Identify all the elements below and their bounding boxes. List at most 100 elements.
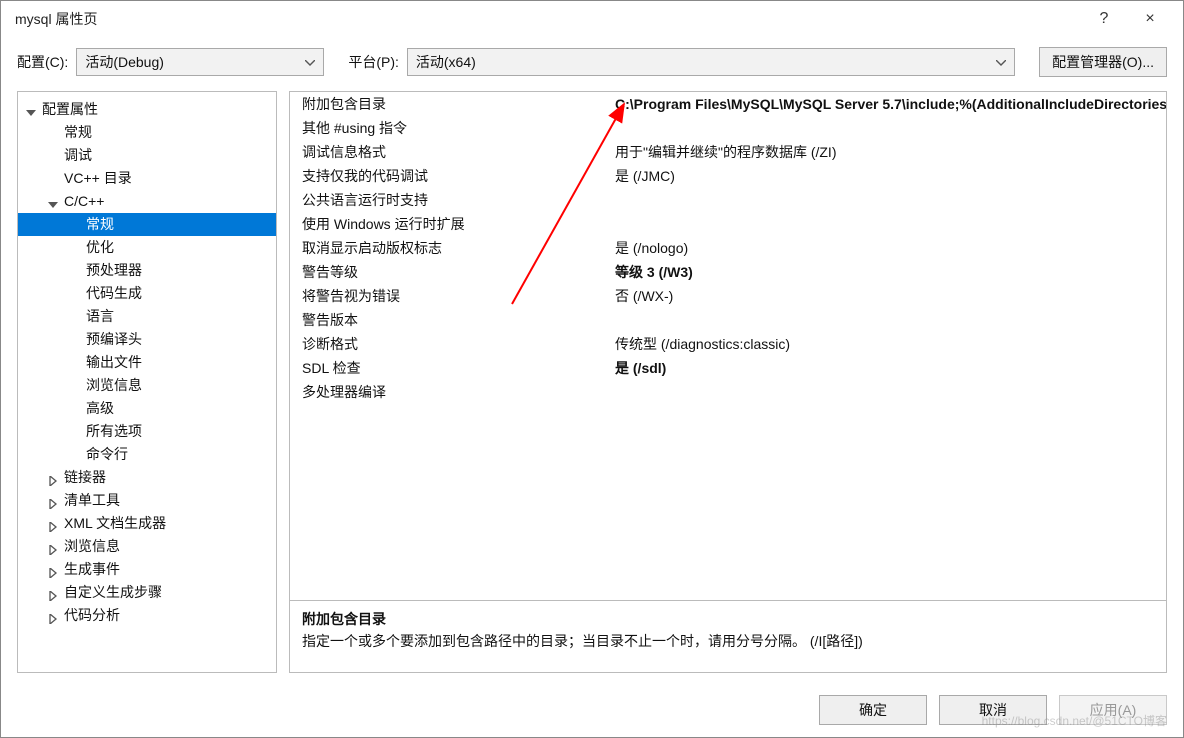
property-name: 调试信息格式 (290, 140, 615, 164)
property-value[interactable] (615, 212, 1166, 236)
tree-item[interactable]: 代码分析 (18, 604, 276, 627)
title-bar: mysql 属性页 ? × (1, 1, 1183, 37)
tree-item-label: 命令行 (86, 446, 128, 462)
tree-item[interactable]: VC++ 目录 (18, 167, 276, 190)
property-value[interactable] (615, 188, 1166, 212)
tree-item[interactable]: 语言 (18, 305, 276, 328)
property-name: 警告等级 (290, 260, 615, 284)
tree-item[interactable]: 清单工具 (18, 489, 276, 512)
close-button[interactable]: × (1127, 1, 1173, 37)
tree-spacer (70, 240, 84, 254)
property-row[interactable]: 警告等级等级 3 (/W3) (290, 260, 1166, 284)
property-value[interactable] (615, 380, 1166, 404)
property-value[interactable] (615, 308, 1166, 332)
tree-spacer (70, 263, 84, 277)
chevron-right-icon[interactable] (48, 562, 62, 576)
button-row: 确定 取消 应用(A) (1, 685, 1183, 737)
property-value[interactable] (615, 116, 1166, 140)
chevron-down-icon (996, 54, 1006, 70)
property-name: 支持仅我的代码调试 (290, 164, 615, 188)
chevron-right-icon[interactable] (48, 516, 62, 530)
property-row[interactable]: 多处理器编译 (290, 380, 1166, 404)
config-manager-button[interactable]: 配置管理器(O)... (1039, 47, 1167, 77)
tree-item[interactable]: 所有选项 (18, 420, 276, 443)
tree-item-label: VC++ 目录 (64, 170, 132, 186)
tree-item-label: 预处理器 (86, 262, 142, 278)
property-value[interactable]: 传统型 (/diagnostics:classic) (615, 332, 1166, 356)
tree-item[interactable]: 生成事件 (18, 558, 276, 581)
tree-spacer (70, 378, 84, 392)
tree-item[interactable]: 常规 (18, 121, 276, 144)
tree-spacer (48, 125, 62, 139)
tree-spacer (70, 309, 84, 323)
platform-select-value: 活动(x64) (416, 52, 476, 72)
tree-item[interactable]: 优化 (18, 236, 276, 259)
property-row[interactable]: 将警告视为错误否 (/WX-) (290, 284, 1166, 308)
chevron-down-icon[interactable] (48, 194, 62, 208)
dialog-window: mysql 属性页 ? × 配置(C): 活动(Debug) 平台(P): 活动… (0, 0, 1184, 738)
property-row[interactable]: 支持仅我的代码调试是 (/JMC) (290, 164, 1166, 188)
property-name: 使用 Windows 运行时扩展 (290, 212, 615, 236)
property-grid[interactable]: 附加包含目录C:\Program Files\MySQL\MySQL Serve… (289, 91, 1167, 601)
tree-item-label: 高级 (86, 400, 114, 416)
config-row: 配置(C): 活动(Debug) 平台(P): 活动(x64) 配置管理器(O)… (1, 37, 1183, 91)
property-row[interactable]: 使用 Windows 运行时扩展 (290, 212, 1166, 236)
chevron-right-icon[interactable] (48, 585, 62, 599)
tree-item[interactable]: 预处理器 (18, 259, 276, 282)
chevron-down-icon[interactable] (26, 102, 40, 116)
tree-item-label: 预编译头 (86, 331, 142, 347)
tree-item[interactable]: 高级 (18, 397, 276, 420)
property-value[interactable]: 是 (/nologo) (615, 236, 1166, 260)
tree-item-label: 所有选项 (86, 423, 142, 439)
chevron-right-icon[interactable] (48, 470, 62, 484)
property-row[interactable]: 取消显示启动版权标志是 (/nologo) (290, 236, 1166, 260)
property-value[interactable]: 是 (/JMC) (615, 164, 1166, 188)
property-name: 取消显示启动版权标志 (290, 236, 615, 260)
ok-button[interactable]: 确定 (819, 695, 927, 725)
window-title: mysql 属性页 (15, 9, 1081, 29)
property-value[interactable]: 用于"编辑并继续"的程序数据库 (/ZI) (615, 140, 1166, 164)
property-value[interactable]: 是 (/sdl) (615, 356, 1166, 380)
property-row[interactable]: 其他 #using 指令 (290, 116, 1166, 140)
property-value[interactable]: 等级 3 (/W3) (615, 260, 1166, 284)
chevron-right-icon[interactable] (48, 493, 62, 507)
tree-spacer (48, 148, 62, 162)
property-row[interactable]: 诊断格式传统型 (/diagnostics:classic) (290, 332, 1166, 356)
tree-item[interactable]: 调试 (18, 144, 276, 167)
tree-item[interactable]: XML 文档生成器 (18, 512, 276, 535)
apply-button[interactable]: 应用(A) (1059, 695, 1167, 725)
config-select[interactable]: 活动(Debug) (76, 48, 324, 76)
tree-item-label: 调试 (64, 147, 92, 163)
property-row[interactable]: 附加包含目录C:\Program Files\MySQL\MySQL Serve… (290, 92, 1166, 116)
tree-item[interactable]: 浏览信息 (18, 535, 276, 558)
property-value[interactable]: 否 (/WX-) (615, 284, 1166, 308)
property-row[interactable]: 警告版本 (290, 308, 1166, 332)
tree-item[interactable]: 预编译头 (18, 328, 276, 351)
tree-item[interactable]: 代码生成 (18, 282, 276, 305)
platform-select[interactable]: 活动(x64) (407, 48, 1015, 76)
property-value[interactable]: C:\Program Files\MySQL\MySQL Server 5.7\… (615, 92, 1166, 116)
tree-item[interactable]: 链接器 (18, 466, 276, 489)
tree-spacer (70, 217, 84, 231)
tree-item-label: 清单工具 (64, 492, 120, 508)
property-row[interactable]: 调试信息格式用于"编辑并继续"的程序数据库 (/ZI) (290, 140, 1166, 164)
tree-item[interactable]: 命令行 (18, 443, 276, 466)
tree-item[interactable]: 配置属性 (18, 98, 276, 121)
chevron-right-icon[interactable] (48, 539, 62, 553)
tree-item[interactable]: 常规 (18, 213, 276, 236)
tree-item-label: 代码分析 (64, 607, 120, 623)
tree-item[interactable]: C/C++ (18, 190, 276, 213)
property-name: 多处理器编译 (290, 380, 615, 404)
tree-item[interactable]: 浏览信息 (18, 374, 276, 397)
tree-item[interactable]: 输出文件 (18, 351, 276, 374)
tree-item[interactable]: 自定义生成步骤 (18, 581, 276, 604)
tree-item-label: 代码生成 (86, 285, 142, 301)
tree-spacer (70, 332, 84, 346)
cancel-button[interactable]: 取消 (939, 695, 1047, 725)
category-tree[interactable]: 配置属性常规调试VC++ 目录C/C++常规优化预处理器代码生成语言预编译头输出… (17, 91, 277, 673)
property-row[interactable]: SDL 检查是 (/sdl) (290, 356, 1166, 380)
chevron-right-icon[interactable] (48, 608, 62, 622)
help-button[interactable]: ? (1081, 1, 1127, 37)
property-name: 附加包含目录 (290, 92, 615, 116)
property-row[interactable]: 公共语言运行时支持 (290, 188, 1166, 212)
